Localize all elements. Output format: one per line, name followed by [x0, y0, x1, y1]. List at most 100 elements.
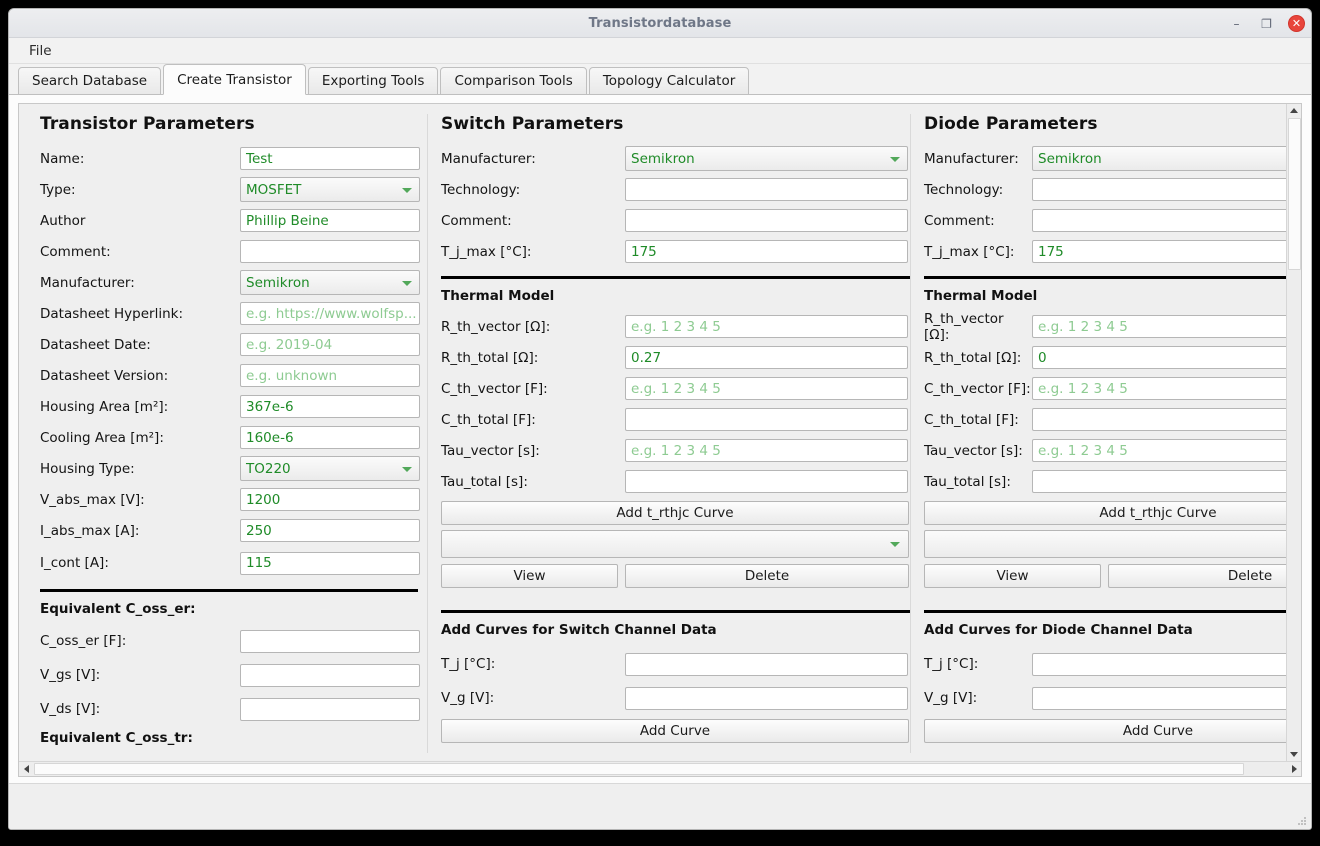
diode-tau-vector-input[interactable]: e.g. 1 2 3 4 5	[1032, 439, 1286, 462]
datasheet-date-input[interactable]: e.g. 2019-04	[240, 333, 420, 356]
switch-label-rth-vector: R_th_vector [Ω]:	[441, 319, 625, 335]
housing-area-input[interactable]: 367e-6	[240, 395, 420, 418]
scroll-right-button[interactable]	[1287, 762, 1301, 777]
maximize-restore-button[interactable]: ❐	[1258, 15, 1275, 32]
switch-tau-total-input[interactable]	[625, 470, 908, 493]
switch-field-row-cth-total: C_th_total [F]:	[441, 404, 910, 435]
v-ds-input[interactable]	[240, 698, 420, 721]
scroll-up-button[interactable]	[1287, 104, 1302, 117]
cooling-area-input[interactable]: 160e-6	[240, 426, 420, 449]
diode-label-vg: V_g [V]:	[924, 690, 1032, 706]
diode-manufacturer-select[interactable]: Semikron	[1032, 146, 1286, 171]
switch-tj-max-input[interactable]: 175	[625, 240, 908, 263]
tab-bar: Search Database Create Transistor Export…	[9, 64, 1311, 95]
diode-curve-actions: View Delete	[924, 564, 1286, 588]
switch-thermal-model-heading: Thermal Model	[441, 288, 910, 304]
label-name: Name:	[40, 151, 240, 167]
diode-curve-select[interactable]	[924, 530, 1286, 558]
scroll-body: Transistor Parameters Name: Test Type: M…	[19, 104, 1301, 761]
switch-add-trthjc-curve-button[interactable]: Add t_rthjc Curve	[441, 501, 909, 525]
i-cont-input[interactable]: 115	[240, 552, 420, 575]
switch-add-curve-button[interactable]: Add Curve	[441, 719, 909, 743]
diode-label-rth-vector: R_th_vector [Ω]:	[924, 311, 1032, 343]
vertical-scrollbar-thumb[interactable]	[1288, 118, 1301, 270]
form-viewport: Transistor Parameters Name: Test Type: M…	[19, 104, 1286, 761]
horizontal-scrollbar-thumb[interactable]	[34, 763, 1244, 775]
tab-comparison-tools[interactable]: Comparison Tools	[440, 67, 586, 95]
diode-field-row-cth-total: C_th_total [F]:	[924, 404, 1286, 435]
switch-parameters-column: Switch Parameters Manufacturer: Semikron…	[427, 114, 910, 753]
vertical-scrollbar[interactable]	[1286, 104, 1301, 761]
horizontal-scrollbar[interactable]	[19, 761, 1301, 776]
v-gs-input[interactable]	[240, 664, 420, 687]
housing-type-select[interactable]: TO220	[240, 456, 420, 481]
switch-rth-total-input[interactable]: 0.27	[625, 346, 908, 369]
diode-vg-input[interactable]	[1032, 687, 1286, 710]
switch-vg-input[interactable]	[625, 687, 908, 710]
title-bar: Transistordatabase – ❐ ✕	[9, 9, 1311, 38]
switch-rth-vector-input[interactable]: e.g. 1 2 3 4 5	[625, 315, 908, 338]
switch-view-button[interactable]: View	[441, 564, 618, 588]
tab-exporting-tools[interactable]: Exporting Tools	[308, 67, 439, 95]
minimize-button[interactable]: –	[1228, 15, 1245, 32]
diode-tj-max-input[interactable]: 175	[1032, 240, 1286, 263]
coss-er-input[interactable]	[240, 630, 420, 653]
switch-label-cth-total: C_th_total [F]:	[441, 412, 625, 428]
diode-cth-total-input[interactable]	[1032, 408, 1286, 431]
switch-comment-input[interactable]	[625, 209, 908, 232]
diode-add-curve-button[interactable]: Add Curve	[924, 719, 1286, 743]
diode-parameters-column: Diode Parameters Manufacturer: Semikron …	[910, 114, 1286, 753]
diode-label-tau-total: Tau_total [s]:	[924, 474, 1032, 490]
name-input[interactable]: Test	[240, 147, 420, 170]
type-select[interactable]: MOSFET	[240, 177, 420, 202]
field-row-comment: Comment:	[40, 236, 427, 267]
comment-input[interactable]	[240, 240, 420, 263]
v-abs-max-input[interactable]: 1200	[240, 488, 420, 511]
switch-manufacturer-select[interactable]: Semikron	[625, 146, 908, 171]
field-row-v-ds: V_ds [V]:	[40, 692, 427, 726]
menu-bar: File	[9, 38, 1311, 64]
diode-tj-input[interactable]	[1032, 653, 1286, 676]
coss-er-heading: Equivalent C_oss_er:	[40, 601, 427, 617]
tab-topology-calculator[interactable]: Topology Calculator	[589, 67, 749, 95]
switch-tj-input[interactable]	[625, 653, 908, 676]
close-button[interactable]: ✕	[1288, 15, 1305, 32]
transistor-section-divider	[40, 589, 418, 592]
switch-curve-select[interactable]	[441, 530, 909, 558]
label-i-abs-max: I_abs_max [A]:	[40, 523, 240, 539]
tab-create-transistor[interactable]: Create Transistor	[163, 64, 306, 95]
switch-technology-input[interactable]	[625, 178, 908, 201]
switch-field-row-rth-total: R_th_total [Ω]: 0.27	[441, 342, 910, 373]
scroll-down-button[interactable]	[1287, 748, 1302, 761]
diode-rth-total-input[interactable]: 0	[1032, 346, 1286, 369]
author-input[interactable]: Phillip Beine	[240, 209, 420, 232]
diode-add-trthjc-curve-button[interactable]: Add t_rthjc Curve	[924, 501, 1286, 525]
diode-technology-input[interactable]	[1032, 178, 1286, 201]
switch-tau-vector-input[interactable]: e.g. 1 2 3 4 5	[625, 439, 908, 462]
datasheet-version-input[interactable]: e.g. unknown	[240, 364, 420, 387]
transistor-parameters-column: Transistor Parameters Name: Test Type: M…	[19, 114, 427, 753]
switch-cth-vector-input[interactable]: e.g. 1 2 3 4 5	[625, 377, 908, 400]
switch-delete-button[interactable]: Delete	[625, 564, 909, 588]
diode-cth-vector-input[interactable]: e.g. 1 2 3 4 5	[1032, 377, 1286, 400]
field-row-i-abs-max: I_abs_max [A]: 250	[40, 515, 427, 546]
datasheet-hyperlink-input[interactable]: e.g. https://www.wolfsp...	[240, 302, 420, 325]
diode-label-cth-vector: C_th_vector [F]:	[924, 381, 1032, 397]
label-housing-area: Housing Area [m²]:	[40, 399, 240, 415]
scroll-left-button[interactable]	[19, 762, 33, 777]
switch-label-technology: Technology:	[441, 182, 625, 198]
switch-label-rth-total: R_th_total [Ω]:	[441, 350, 625, 366]
diode-comment-input[interactable]	[1032, 209, 1286, 232]
diode-rth-vector-input[interactable]: e.g. 1 2 3 4 5	[1032, 315, 1286, 338]
i-abs-max-input[interactable]: 250	[240, 519, 420, 542]
tab-search-database[interactable]: Search Database	[18, 67, 161, 95]
diode-view-button[interactable]: View	[924, 564, 1101, 588]
diode-tau-total-input[interactable]	[1032, 470, 1286, 493]
manufacturer-select[interactable]: Semikron	[240, 270, 420, 295]
menu-item-file[interactable]: File	[21, 41, 60, 61]
status-bar	[9, 783, 1311, 829]
switch-cth-total-input[interactable]	[625, 408, 908, 431]
diode-label-tau-vector: Tau_vector [s]:	[924, 443, 1032, 459]
resize-grip[interactable]	[1297, 816, 1307, 826]
diode-delete-button[interactable]: Delete	[1108, 564, 1286, 588]
